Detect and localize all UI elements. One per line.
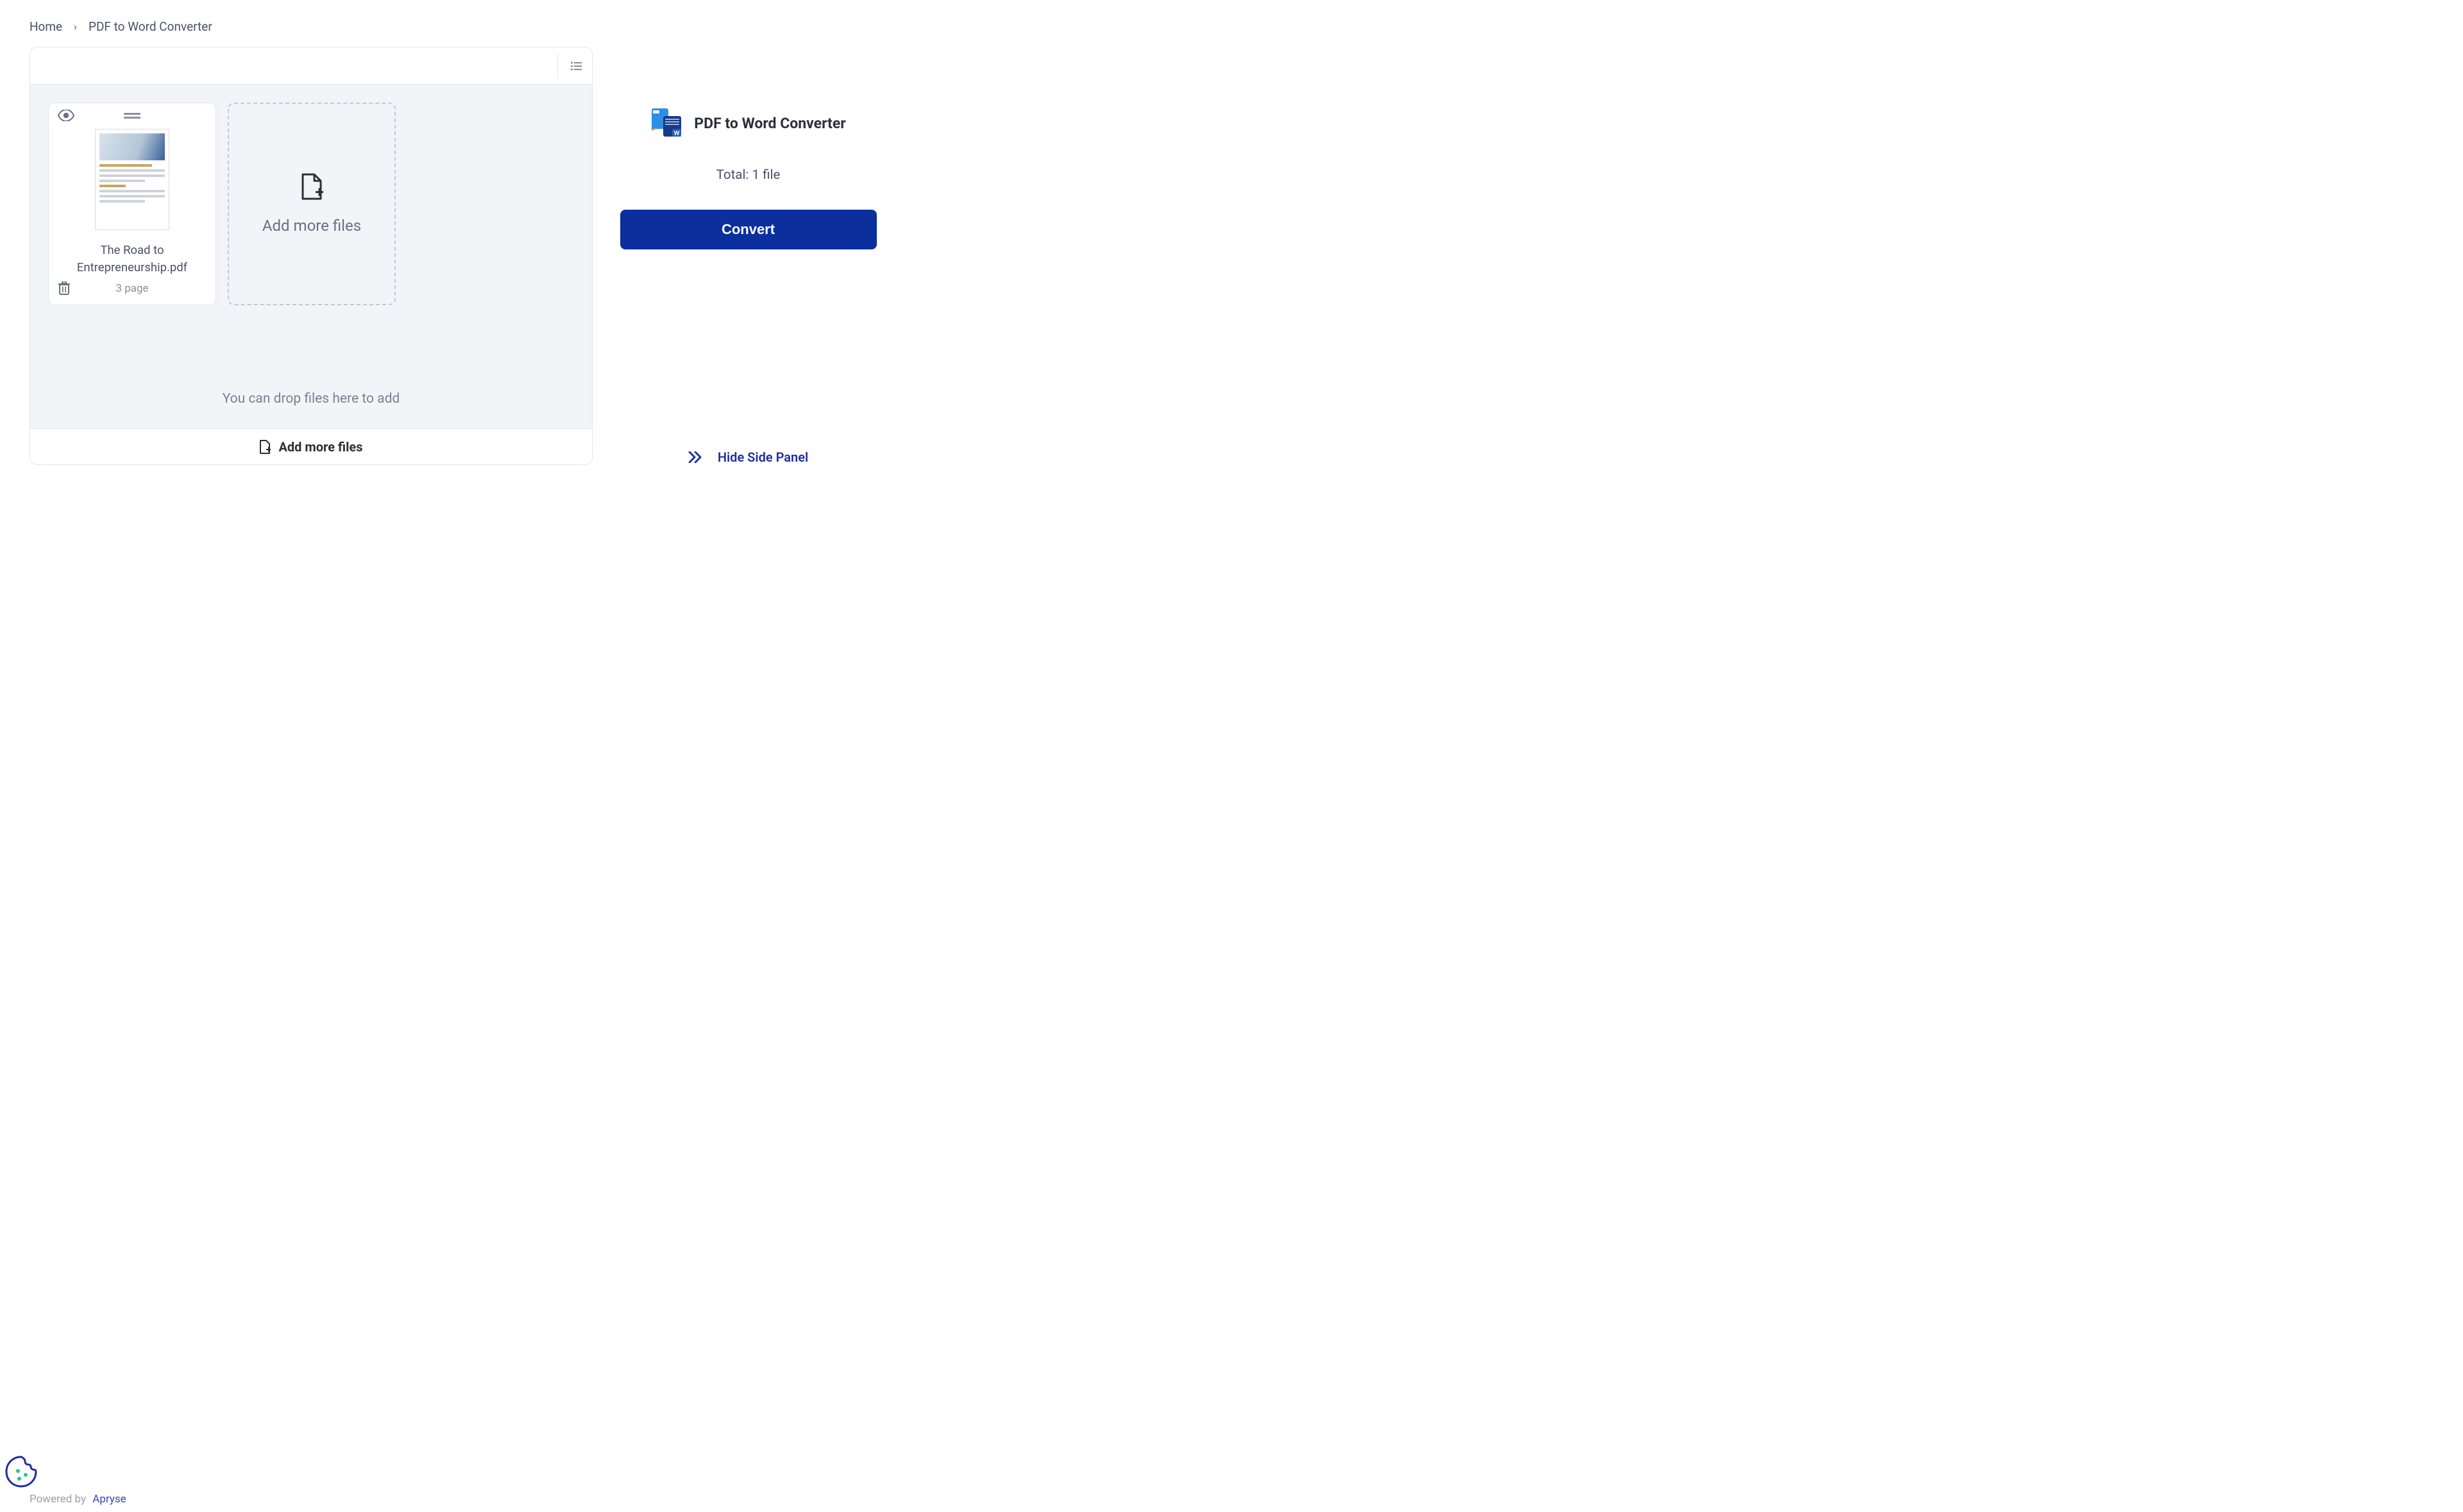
side-panel: W PDF to Word Converter Total: 1 file Co… — [616, 47, 881, 465]
add-files-footer-button[interactable]: Add more files — [30, 428, 592, 464]
breadcrumb-home[interactable]: Home — [30, 19, 62, 34]
panel-header — [30, 47, 592, 85]
files-panel: The Road to Entrepreneurship.pdf 3 p — [30, 47, 593, 465]
file-card[interactable]: The Road to Entrepreneurship.pdf 3 p — [48, 103, 216, 305]
chevron-double-right-icon — [688, 451, 702, 463]
file-total: Total: 1 file — [716, 167, 781, 183]
panel-body: The Road to Entrepreneurship.pdf 3 p — [30, 85, 592, 428]
file-thumbnail[interactable] — [95, 129, 169, 230]
list-view-button[interactable] — [557, 54, 582, 78]
pdf-to-word-icon: W — [650, 108, 684, 138]
file-plus-icon — [259, 440, 271, 454]
breadcrumb-current: PDF to Word Converter — [89, 19, 212, 34]
breadcrumb: Home › PDF to Word Converter — [0, 0, 906, 34]
file-plus-icon — [300, 173, 323, 200]
add-tile-label: Add more files — [262, 217, 361, 235]
add-files-tile[interactable]: Add more files — [228, 103, 396, 305]
powered-by: Powered by Apryse — [30, 1493, 126, 1506]
hide-side-panel-button[interactable]: Hide Side Panel — [688, 449, 808, 465]
cookie-icon — [4, 1454, 38, 1489]
breadcrumb-separator-icon: › — [74, 21, 77, 33]
convert-button[interactable]: Convert — [620, 210, 877, 249]
eye-icon — [58, 110, 74, 121]
file-name: The Road to Entrepreneurship.pdf — [49, 242, 216, 276]
trash-icon — [58, 281, 71, 296]
delete-button[interactable] — [58, 281, 71, 296]
footer-add-label: Add more files — [278, 439, 362, 455]
hide-panel-label: Hide Side Panel — [718, 449, 808, 465]
powered-by-label: Powered by — [30, 1493, 86, 1506]
page-count: 3 page — [115, 282, 148, 295]
preview-button[interactable] — [58, 110, 74, 121]
tool-header: W PDF to Word Converter — [650, 108, 845, 138]
powered-by-brand-link[interactable]: Apryse — [92, 1493, 126, 1506]
svg-text:W: W — [674, 130, 680, 137]
cookie-settings-button[interactable] — [4, 1454, 38, 1489]
list-icon — [571, 60, 582, 72]
drop-hint: You can drop files here to add — [48, 391, 574, 407]
side-panel-title: PDF to Word Converter — [694, 115, 845, 132]
drag-handle[interactable] — [124, 113, 140, 119]
